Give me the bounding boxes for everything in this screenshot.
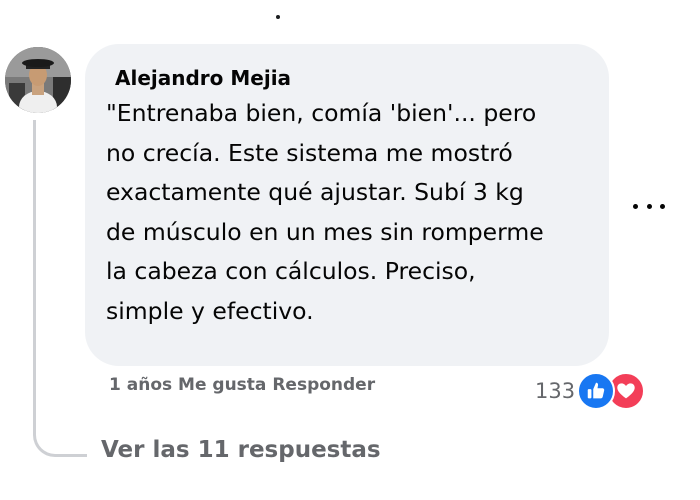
separator-dot <box>276 15 280 19</box>
comment-text: "Entrenaba bien, comía 'bien'... pero no… <box>106 99 544 325</box>
reply-button[interactable]: Responder <box>272 375 375 395</box>
reactions-summary[interactable]: 133 <box>535 372 646 410</box>
comment-bubble: Alejandro Mejia "Entrenaba bien, comía '… <box>85 44 609 366</box>
like-icon <box>577 372 616 410</box>
thread-connector-line <box>33 120 87 457</box>
avatar[interactable] <box>5 47 71 113</box>
more-options-icon[interactable] <box>633 196 665 216</box>
reaction-count: 133 <box>535 379 576 403</box>
view-replies-link[interactable]: Ver las 11 respuestas <box>101 434 381 466</box>
comment-timestamp[interactable]: 1 años <box>109 375 172 395</box>
comment-actions: 1 años Me gusta Responder <box>109 374 375 396</box>
avatar-photo-icon <box>5 47 71 113</box>
like-button[interactable]: Me gusta <box>178 375 266 395</box>
comment-author[interactable]: Alejandro Mejia <box>115 64 585 92</box>
